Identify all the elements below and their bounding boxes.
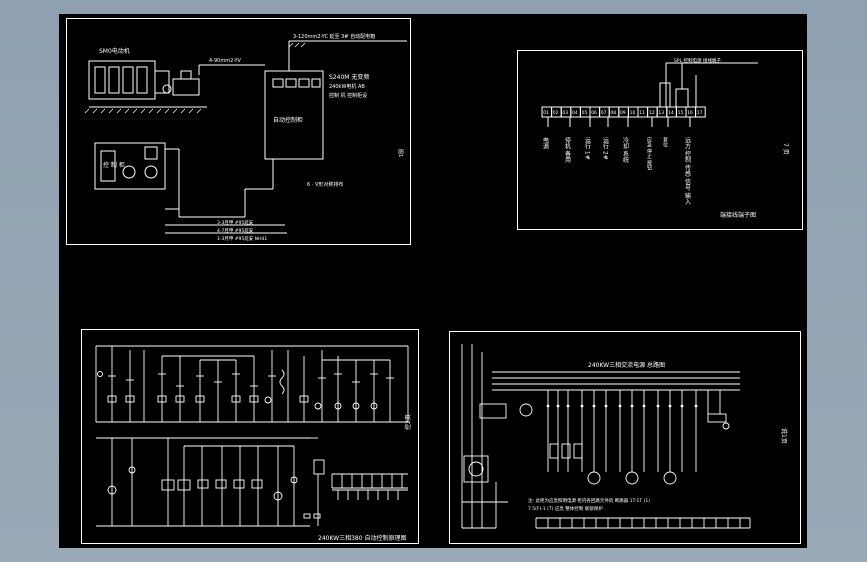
terminal-number: 17 [697,110,703,116]
sheet4-side-label: 说1页 [780,428,788,444]
wire-label-3: 1-3月甲 #95延安 NH41 [217,235,267,242]
terminal-label-5: 冷却 系统 [622,136,629,164]
terminal-label-1: 电源 [542,136,549,150]
cabinet-label: 控 制 柜 [103,161,125,169]
terminal-number: 03 [562,110,568,116]
sheet1-side-label: 图1 [397,149,403,157]
power-distribution-title: 240KW三相交流电源 总路图 [588,361,665,369]
wire-label-1: 3-3月甲 #95延安 [217,219,254,226]
terminal-number: 14 [668,110,674,116]
terminal-number: 01 [543,110,549,116]
terminal-number: 06 [591,110,597,116]
terminal-block-drawing: 01 02 03 04 05 06 07 08 09 10 11 12 13 14 15 16 17 SPL 控… [541,57,789,219]
power-distribution-drawing: 240KW三相交流电源 总路图 注: 此柜为应急照明电源 柜内各回路元件的 断路… [461,344,788,529]
drawing-canvas[interactable]: SM0电动机 3-120mm2-YC 延至 3# 自动配电箱 4-90mm2-Y… [59,14,807,548]
sheet-terminal-block: 01 02 03 04 05 06 07 08 09 10 11 12 13 14 15 16 17 SPL 控… [517,50,803,230]
power-note-1: 注: 此柜为应急照明电源 柜内各回路元件的 断路器 1T-1T (1) [528,497,650,504]
cable-top-label: 3-120mm2-YC 延至 3# 自动配电箱 [293,33,375,40]
terminal-label-3: 运行 1# [584,136,591,159]
terminal-label-6: 应急 停止 按钮 [646,136,652,171]
terminal-number: 09 [620,110,626,116]
terminal-number: 05 [582,110,588,116]
control-schematic-title: 240KW三相380 自动控制原理图 [318,534,406,542]
terminal-number: 02 [553,110,559,116]
terminal-number: 10 [630,110,636,116]
control-schematic-drawing: 240KW三相380 自动控制原理图 控2页 [95,345,412,542]
sheet-power-distribution: 240KW三相交流电源 总路图 注: 此柜为应急照明电源 柜内各回路元件的 断路… [449,331,801,544]
terminal-number: 11 [639,110,645,116]
cable-mid-label: 4-90mm2-YV [209,58,242,64]
terminal-strip: 01 02 03 04 05 06 07 08 09 10 11 12 13 14 15 16 17 [541,106,706,118]
terminal-number: 15 [678,110,684,116]
sheet2-side-label: 7 页 [782,143,789,155]
layout-note: 6 · V形对称排布 [307,181,343,188]
terminal-number: 08 [610,110,616,116]
terminal-top-note: SPL 控制电源 接线端子 [674,57,721,64]
terminal-label-4: 运行 2# [602,136,609,159]
sheet-site-layout: SM0电动机 3-120mm2-YC 延至 3# 自动配电箱 4-90mm2-Y… [66,18,411,245]
spec-3: 控制 机 控制柜设 [329,92,367,99]
sheet-control-schematic: 240KW三相380 自动控制原理图 控2页 [81,329,419,544]
terminal-number: 13 [658,110,664,116]
terminal-label-8: 远方 控制 传感 信号 输入 [684,136,691,205]
terminal-number: 16 [687,110,693,116]
terminal-label-2: 停机 备用 [564,136,571,164]
terminal-label-7: 复位 [662,136,668,147]
sheet3-side-label: 控2页 [404,414,412,430]
terminal-number: 12 [649,110,655,116]
wire-label-2: 4-7月甲 #95延安 [217,227,254,234]
terminal-title: 端接线端子图 [720,211,756,219]
site-layout-drawing: SM0电动机 3-120mm2-YC 延至 3# 自动配电箱 4-90mm2-Y… [84,33,407,242]
panel-label: 自动控制柜 [273,116,303,124]
power-note-2: 7.5(F)-1 (T) 应急 整体控制 联锁保护 [528,505,603,512]
motor-label: SM0电动机 [99,47,130,55]
spec-2: 240kW电机 AB [329,83,365,90]
terminal-number: 07 [601,110,607,116]
terminal-number: 04 [572,110,578,116]
spec-1: S240M 无变频 [329,73,369,81]
